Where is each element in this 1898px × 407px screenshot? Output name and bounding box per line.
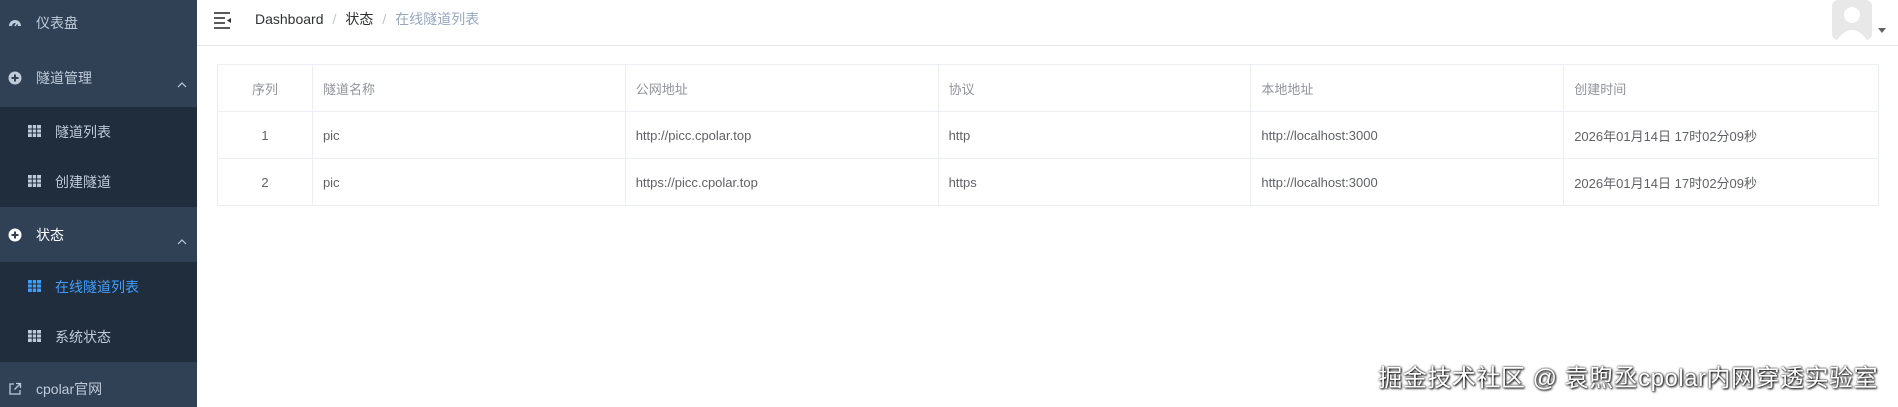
- grid-icon: [28, 279, 41, 295]
- column-header: 公网地址: [624, 64, 939, 112]
- avatar[interactable]: [1832, 0, 1872, 40]
- table-row: 2 pic https://picc.cpolar.top https http…: [217, 158, 1879, 206]
- table-cell: 1: [217, 111, 313, 159]
- breadcrumb-separator: /: [382, 11, 387, 27]
- table-row: 1 pic http://picc.cpolar.top http http:/…: [217, 111, 1879, 159]
- column-header: 本地地址: [1250, 64, 1565, 112]
- dashboard-icon: [8, 16, 22, 30]
- column-header: 序列: [217, 64, 313, 112]
- sidebar: 仪表盘 隧道管理 隧道列表 创建隧道 状态 在线隧道列表 系统状态 cpolar…: [0, 0, 197, 407]
- table-header-row: 序列 隧道名称 公网地址 协议 本地地址 创建时间: [217, 64, 1879, 112]
- table-cell: pic: [311, 111, 626, 159]
- sidebar-item-online-tunnels[interactable]: 在线隧道列表: [0, 262, 197, 312]
- sidebar-group-status[interactable]: 状态: [0, 212, 197, 257]
- column-header: 创建时间: [1563, 64, 1879, 112]
- sidebar-item-label: 隧道列表: [55, 124, 111, 140]
- sidebar-item-create-tunnel[interactable]: 创建隧道: [0, 157, 197, 207]
- sidebar-item-label: 状态: [36, 226, 64, 243]
- sidebar-item-label: 创建隧道: [55, 174, 111, 190]
- sidebar-item-label: 仪表盘: [36, 14, 78, 31]
- sidebar-item-tunnel-list[interactable]: 隧道列表: [0, 107, 197, 157]
- grid-icon: [28, 329, 41, 345]
- table-cell: http://localhost:3000: [1250, 111, 1565, 159]
- sidebar-group-tunnel-management[interactable]: 隧道管理: [0, 57, 197, 99]
- table-cell: http://localhost:3000: [1250, 158, 1565, 206]
- table-cell: http://picc.cpolar.top: [624, 111, 939, 159]
- sidebar-item-label: 隧道管理: [36, 70, 92, 86]
- top-navbar: Dashboard / 状态 / 在线隧道列表: [197, 0, 1898, 46]
- sidebar-item-official-site[interactable]: cpolar官网: [0, 370, 197, 407]
- table-cell: 2026年01月14日 17时02分09秒: [1563, 158, 1879, 206]
- external-link-icon: [8, 382, 22, 396]
- breadcrumb-current: 在线隧道列表: [395, 11, 480, 27]
- online-tunnel-table: 序列 隧道名称 公网地址 协议 本地地址 创建时间 1 pic http://p…: [217, 64, 1879, 206]
- breadcrumb-separator: /: [332, 11, 337, 27]
- breadcrumb-dashboard[interactable]: Dashboard: [255, 11, 324, 27]
- plus-circle-icon: [8, 228, 22, 242]
- menu-toggle-icon[interactable]: [213, 11, 233, 29]
- sidebar-item-label: cpolar官网: [36, 380, 103, 397]
- table-cell: https://picc.cpolar.top: [624, 158, 939, 206]
- table-cell: 2: [217, 158, 313, 206]
- sidebar-item-label: 在线隧道列表: [55, 279, 139, 295]
- sidebar-item-dashboard[interactable]: 仪表盘: [0, 0, 197, 45]
- plus-circle-icon: [8, 71, 22, 85]
- watermark: 掘金技术社区 @ 袁煦丞cpolar内网穿透实验室: [1378, 365, 1878, 392]
- sidebar-item-label: 系统状态: [55, 329, 111, 345]
- column-header: 隧道名称: [311, 64, 626, 112]
- caret-down-icon[interactable]: [1878, 28, 1886, 33]
- table-cell: http: [937, 111, 1252, 159]
- table-cell: pic: [311, 158, 626, 206]
- column-header: 协议: [937, 64, 1252, 112]
- grid-icon: [28, 174, 41, 190]
- grid-icon: [28, 124, 41, 140]
- table-cell: 2026年01月14日 17时02分09秒: [1563, 111, 1879, 159]
- breadcrumb: Dashboard / 状态 / 在线隧道列表: [255, 0, 479, 38]
- breadcrumb-status: 状态: [345, 11, 374, 27]
- table-cell: https: [937, 158, 1252, 206]
- sidebar-item-system-status[interactable]: 系统状态: [0, 312, 197, 362]
